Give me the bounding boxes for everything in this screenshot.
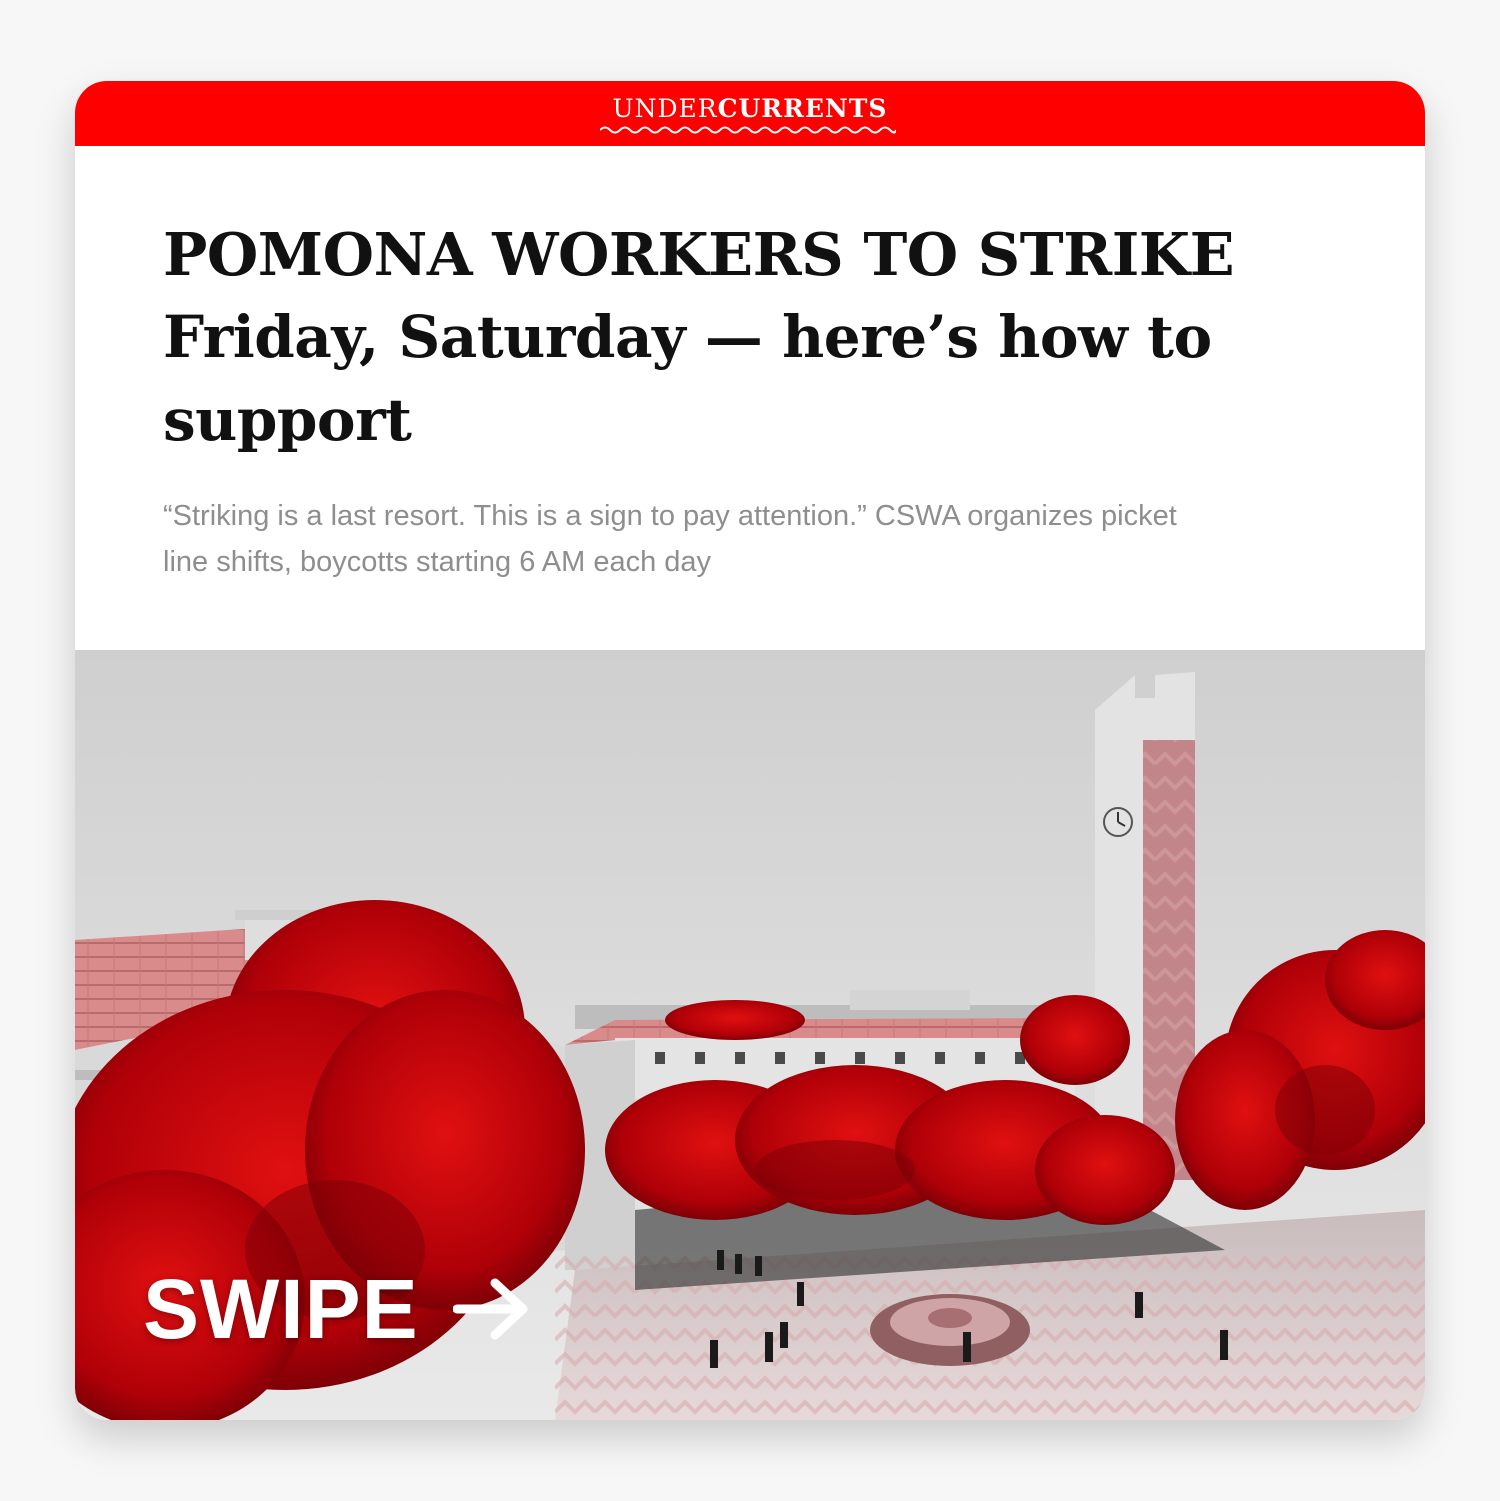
headline-line: POMONA WORKERS TO STRIKE <box>163 220 1235 289</box>
dek-line: “Striking is a last resort. This is a si… <box>163 500 1177 532</box>
brand-bar: UNDERCURRENTS <box>75 81 1425 146</box>
headline-line: Friday, Saturday — here’s how to <box>163 303 1212 371</box>
dek: “Striking is a last resort. This is a si… <box>163 493 1343 585</box>
arrow-right-icon <box>452 1278 528 1340</box>
news-card[interactable]: UNDERCURRENTS POMONA WORKERS TO STRIKE F… <box>75 81 1425 1420</box>
logo-wave-icon <box>600 126 896 134</box>
brand-name-part1: UNDER <box>612 94 718 123</box>
dek-line: line shifts, boycotts starting 6 AM each… <box>163 546 712 578</box>
swipe-label: SWIPE <box>143 1262 419 1356</box>
headline-line: support <box>163 386 412 454</box>
headline: POMONA WORKERS TO STRIKE Friday, Saturda… <box>163 213 1363 462</box>
brand-name-part2: CURRENTS <box>717 94 888 123</box>
brand-logo: UNDERCURRENTS <box>75 94 1425 124</box>
swipe-cta[interactable]: SWIPE <box>143 1261 531 1357</box>
